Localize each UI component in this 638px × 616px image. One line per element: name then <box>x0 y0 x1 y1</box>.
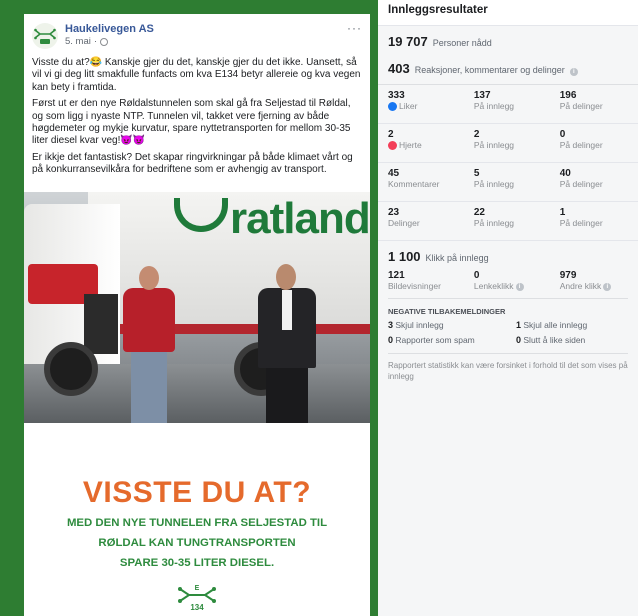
clicks-label: Klikk på innlegg <box>425 253 489 263</box>
e134-logo-icon <box>34 28 56 44</box>
hearts-value: 2 <box>388 129 394 140</box>
hide-all-posts-stat: 1 Skjul alle innlegg <box>516 320 588 330</box>
photo-views-label: Bildevisninger <box>388 281 441 291</box>
comments-on-post-label: På innlegg <box>473 179 515 189</box>
link-clicks-label: Lenkeklikk <box>473 281 514 291</box>
promo-subline: MED DEN NYE TUNNELEN FRA SELJESTAD TIL R… <box>24 513 370 573</box>
reaction-row-comments: 45 Kommentarer 5 På innlegg 40 På delinger <box>378 163 638 202</box>
facebook-post: Haukelivegen AS 5. mai · ··· Visste du a… <box>24 14 370 616</box>
engagement-value: 403 <box>388 61 410 76</box>
post-paragraph: Først ut er den nye Røldalstunnelen som … <box>32 98 351 147</box>
unlike-page-stat: 0 Slutt å like siden <box>516 335 586 345</box>
post-paragraph: Er ikkje det fantastisk? Det skapar ring… <box>32 151 353 176</box>
shares-label: Delinger <box>388 218 420 228</box>
cab-grille <box>84 294 118 354</box>
reaction-row-shares: 23 Delinger 22 På innlegg 1 På delinger <box>378 202 638 241</box>
person-red-jacket <box>119 266 179 423</box>
truck-brand-text: ratland <box>230 194 370 243</box>
post-paragraph: Visste du at?😂 Kanskje gjer du det, kans… <box>32 57 361 93</box>
negative-feedback-grid: 3 Skjul innlegg 1 Skjul alle innlegg 0 R… <box>378 320 638 345</box>
hide-post-stat: 3 Skjul innlegg <box>388 320 444 330</box>
comments-on-shares-value: 40 <box>559 168 571 179</box>
likes-value: 333 <box>388 90 405 101</box>
likes-label: Liker <box>399 101 418 111</box>
comments-on-shares-label: På delinger <box>559 179 603 189</box>
photo-views-value: 121 <box>388 270 405 281</box>
comments-on-post-value: 5 <box>473 168 480 179</box>
stats-footnote: Rapportert statistikk kan være forsinket… <box>388 353 628 382</box>
likes-on-post-value: 137 <box>473 90 491 101</box>
promo-subline-2: RØLDAL KAN TUNGTRANSPORTEN <box>98 537 296 549</box>
wheel <box>44 342 98 396</box>
page-name[interactable]: Haukelivegen AS <box>65 23 154 36</box>
reaction-row-hearts: 2 Hjerte 2 På innlegg 0 På delinger <box>378 124 638 163</box>
logo-letter: E <box>195 585 200 592</box>
truck-cab <box>24 204 120 364</box>
engagement-stat: 403 Reaksjoner, kommentarer og delinger … <box>378 49 638 76</box>
post-image[interactable]: ratland VISSTE DU AT? MED DEN NYE TUNNEL… <box>24 192 370 616</box>
other-clicks-value: 979 <box>559 270 577 281</box>
post-text: Visste du at?😂 Kanskje gjer du det, kans… <box>24 53 370 177</box>
person-suit <box>254 264 320 423</box>
insights-body: 19 707 Personer nådd 403 Reaksjoner, kom… <box>378 26 638 616</box>
e134-logo: E 134 <box>24 583 370 611</box>
report-spam-stat: 0 Rapporter som spam <box>388 335 475 345</box>
post-meta: 5. mai · <box>65 36 154 48</box>
heart-icon <box>388 141 397 150</box>
shares-on-post-label: På innlegg <box>473 218 515 228</box>
reach-stat: 19 707 Personer nådd <box>378 26 638 49</box>
hearts-on-shares-label: På delinger <box>559 140 603 150</box>
likes-on-post-label: På innlegg <box>473 101 515 111</box>
globe-icon <box>100 38 109 46</box>
like-icon <box>388 102 397 111</box>
insights-title: Innleggsresultater <box>378 0 638 26</box>
reach-label: Personer nådd <box>432 38 492 48</box>
hearts-on-post-label: På innlegg <box>473 140 515 150</box>
shares-on-shares-label: På delinger <box>559 218 603 228</box>
hearts-on-shares-value: 0 <box>559 129 566 140</box>
post-header: Haukelivegen AS 5. mai · ··· <box>24 14 370 53</box>
info-icon[interactable]: i <box>515 282 524 291</box>
truck-photo: ratland <box>24 192 370 423</box>
link-clicks-value: 0 <box>473 270 480 281</box>
promo-subline-3: SPARE 30-35 LITER DIESEL. <box>119 557 275 569</box>
comments-value: 45 <box>388 168 400 179</box>
post-date[interactable]: 5. mai <box>65 36 91 48</box>
info-icon[interactable]: i <box>603 282 612 291</box>
engagement-label: Reaksjoner, kommentarer og delinger <box>414 65 565 75</box>
hearts-on-post-value: 2 <box>473 129 480 140</box>
reactions-grid: 333 Liker 137 På innlegg 196 På delinger 2… <box>378 84 638 241</box>
reach-value: 19 707 <box>388 34 428 49</box>
promo-subline-1: MED DEN NYE TUNNELEN FRA SELJESTAD TIL <box>66 517 328 529</box>
clicks-value: 1 100 <box>388 249 421 264</box>
shares-value: 23 <box>388 207 400 218</box>
hearts-label: Hjerte <box>399 140 422 150</box>
promo-headline: VISSTE DU AT? <box>82 476 312 509</box>
reaction-row-likes: 333 Liker 137 På innlegg 196 På delinger <box>378 85 638 124</box>
other-clicks-label: Andre klikk <box>559 281 602 291</box>
likes-on-shares-value: 196 <box>559 90 577 101</box>
page-avatar[interactable] <box>32 23 58 49</box>
more-options-button[interactable]: ··· <box>347 22 362 34</box>
shares-on-shares-value: 1 <box>559 207 566 218</box>
e134-logo-icon: E 134 <box>178 585 216 611</box>
logo-number: 134 <box>190 603 204 611</box>
insights-panel: Innleggsresultater 19 707 Personer nådd … <box>378 0 638 616</box>
info-icon[interactable]: i <box>569 68 578 76</box>
clicks-stat: 1 100 Klikk på innlegg <box>378 241 638 264</box>
shares-on-post-value: 22 <box>473 207 485 218</box>
negative-feedback-title: NEGATIVE TILBAKEMELDINGER <box>388 298 628 320</box>
comments-label: Kommentarer <box>388 179 440 189</box>
click-breakdown: 121 Bildevisninger 0 Lenkeklikk i 979 Andre … <box>378 270 638 292</box>
promo-banner: VISSTE DU AT? MED DEN NYE TUNNELEN FRA S… <box>24 423 370 616</box>
likes-on-shares-label: På delinger <box>559 101 603 111</box>
